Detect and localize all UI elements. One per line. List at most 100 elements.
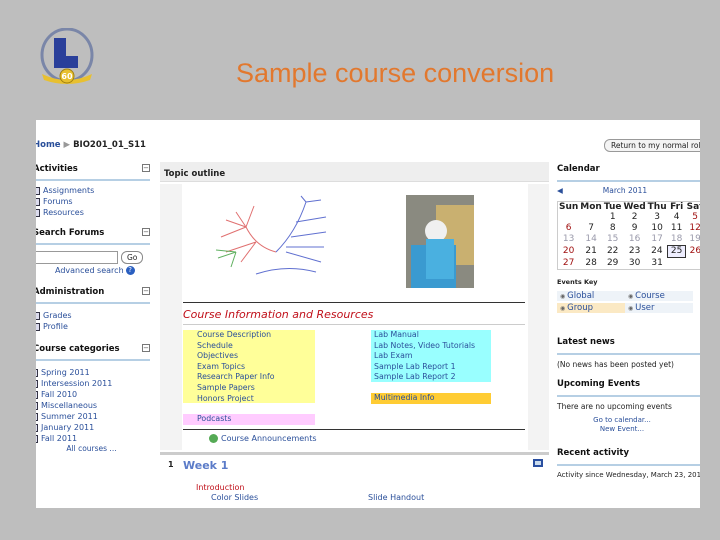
lab-link[interactable]: Sample Lab Report 2	[374, 372, 491, 383]
calendar-day[interactable]: 1	[603, 212, 623, 223]
goto-calendar-link[interactable]: Go to calendar...	[593, 416, 651, 424]
calendar-day[interactable]: 31	[647, 258, 668, 270]
collapse-icon[interactable]: −	[142, 344, 150, 352]
lab-link[interactable]: Lab Manual	[374, 330, 491, 341]
category-link[interactable]: Fall 2011	[41, 433, 77, 444]
calendar-day[interactable]: 27	[558, 258, 580, 270]
help-icon[interactable]: ?	[125, 266, 135, 275]
calendar-day[interactable]: 18	[668, 234, 686, 246]
lab-link[interactable]: Lab Notes, Video Tutorials	[374, 341, 491, 352]
resource-link[interactable]: Sample Papers	[197, 383, 315, 394]
news-text: (No news has been posted yet)	[557, 359, 674, 369]
category-link[interactable]: Summer 2011	[41, 411, 98, 422]
link-course-announcements[interactable]: Course Announcements	[221, 434, 317, 443]
section-title: Course Information and Resources	[183, 308, 374, 321]
calendar-day[interactable]: 21	[579, 246, 603, 258]
recent-activity-title: Recent activity	[557, 447, 629, 458]
breadcrumb-home[interactable]: Home	[36, 140, 61, 150]
forum-icon	[36, 197, 40, 206]
calendar-day[interactable]: 17	[647, 234, 668, 246]
calendar-day[interactable]: 7	[579, 223, 603, 234]
resource-link[interactable]: Exam Topics	[197, 362, 315, 373]
event-key-course[interactable]: ◉ Course	[625, 290, 693, 301]
calendar-day[interactable]: 10	[647, 223, 668, 234]
divider	[36, 302, 150, 304]
calendar-day[interactable]: 28	[579, 258, 603, 270]
calendar-day[interactable]: 2	[623, 212, 647, 223]
calendar-day[interactable]: 30	[623, 258, 647, 270]
link-grades[interactable]: Grades	[43, 310, 72, 321]
calendar-day[interactable]: 9	[623, 223, 647, 234]
resource-link[interactable]: Schedule	[197, 341, 315, 352]
event-key-user[interactable]: ◉ User	[625, 302, 693, 313]
calendar-day[interactable]: 16	[623, 234, 647, 246]
link-profile[interactable]: Profile	[43, 321, 68, 332]
calendar-day[interactable]: 24	[647, 246, 668, 258]
go-button[interactable]: Go	[121, 251, 144, 264]
calendar-day[interactable]: 19	[686, 234, 700, 246]
link-color-slides[interactable]: Color Slides	[211, 493, 258, 502]
category-link[interactable]: Intersession 2011	[41, 378, 112, 389]
category-link[interactable]: Spring 2011	[41, 367, 90, 378]
calendar-week: 27 28 29 30 31	[558, 258, 701, 270]
calendar-day[interactable]: 11	[668, 223, 686, 234]
calendar-day[interactable]: 3	[647, 212, 668, 223]
divider	[183, 324, 525, 325]
calendar-week: 6 7 8 9 10 11 12	[558, 223, 700, 234]
calendar-day[interactable]: 20	[558, 246, 580, 258]
calendar-day[interactable]: 4	[668, 212, 686, 223]
calendar-day[interactable]: 23	[623, 246, 647, 258]
category-link[interactable]: Miscellaneous	[41, 400, 97, 411]
calendar-day[interactable]: 8	[603, 223, 623, 234]
category-icon	[36, 412, 38, 421]
lab-link[interactable]: Lab Exam	[374, 351, 491, 362]
return-role-button[interactable]: Return to my normal role	[604, 139, 700, 152]
new-event-link[interactable]: New Event...	[600, 425, 644, 433]
resource-link[interactable]: Objectives	[197, 351, 315, 362]
phylogenetic-tree-image	[215, 195, 327, 275]
category-link[interactable]: Fall 2010	[41, 389, 77, 400]
divider	[36, 359, 150, 361]
assignment-icon	[36, 186, 40, 195]
collapse-icon[interactable]: −	[142, 287, 150, 295]
link-multimedia-info[interactable]: Multimedia Info	[374, 393, 435, 402]
calendar-day[interactable]: 15	[603, 234, 623, 246]
calendar-day[interactable]: 14	[579, 234, 603, 246]
link-assignments[interactable]: Assignments	[43, 185, 94, 196]
event-key-group[interactable]: ◉ Group	[557, 302, 625, 313]
link-podcasts[interactable]: Podcasts	[197, 414, 231, 423]
all-courses-link[interactable]: All courses ...	[66, 444, 116, 453]
calendar-day[interactable]: 26	[686, 246, 700, 258]
calendar-day[interactable]: 22	[603, 246, 623, 258]
event-key-global[interactable]: ◉ Global	[557, 290, 625, 301]
resource-link[interactable]: Research Paper Info	[197, 372, 315, 383]
event-key-label: User	[635, 302, 655, 313]
upcoming-text: There are no upcoming events	[557, 401, 672, 411]
link-resources[interactable]: Resources	[43, 207, 84, 218]
collapse-icon[interactable]: −	[142, 228, 150, 236]
category-link[interactable]: January 2011	[41, 422, 94, 433]
divider	[557, 394, 700, 397]
prev-month-icon[interactable]: ◀	[557, 186, 563, 195]
calendar-day[interactable]: 13	[558, 234, 580, 246]
calendar-day[interactable]: 5	[686, 212, 700, 223]
advanced-search-link[interactable]: Advanced search	[55, 266, 124, 275]
category-item: Spring 2011	[36, 367, 150, 378]
collapse-icon[interactable]: −	[142, 164, 150, 172]
lab-photo	[406, 195, 474, 288]
user-icon	[209, 434, 218, 443]
resource-link[interactable]: Honors Project	[197, 394, 315, 405]
link-slide-handout[interactable]: Slide Handout	[368, 493, 424, 502]
search-forums-input[interactable]	[36, 251, 118, 264]
calendar-day[interactable]: 25	[667, 245, 687, 258]
calendar-day[interactable]: 12	[686, 223, 700, 234]
calendar-title: Calendar	[557, 164, 600, 174]
calendar-week: 13 14 15 16 17 18 19	[558, 234, 700, 246]
calendar-day[interactable]: 6	[558, 223, 580, 234]
calendar-day[interactable]: 29	[603, 258, 623, 270]
highlight-week-icon[interactable]	[533, 459, 543, 467]
resource-link[interactable]: Course Description	[197, 330, 315, 341]
link-forums[interactable]: Forums	[43, 196, 73, 207]
search-forums-title: Search Forums	[36, 228, 105, 238]
lab-link[interactable]: Sample Lab Report 1	[374, 362, 491, 373]
